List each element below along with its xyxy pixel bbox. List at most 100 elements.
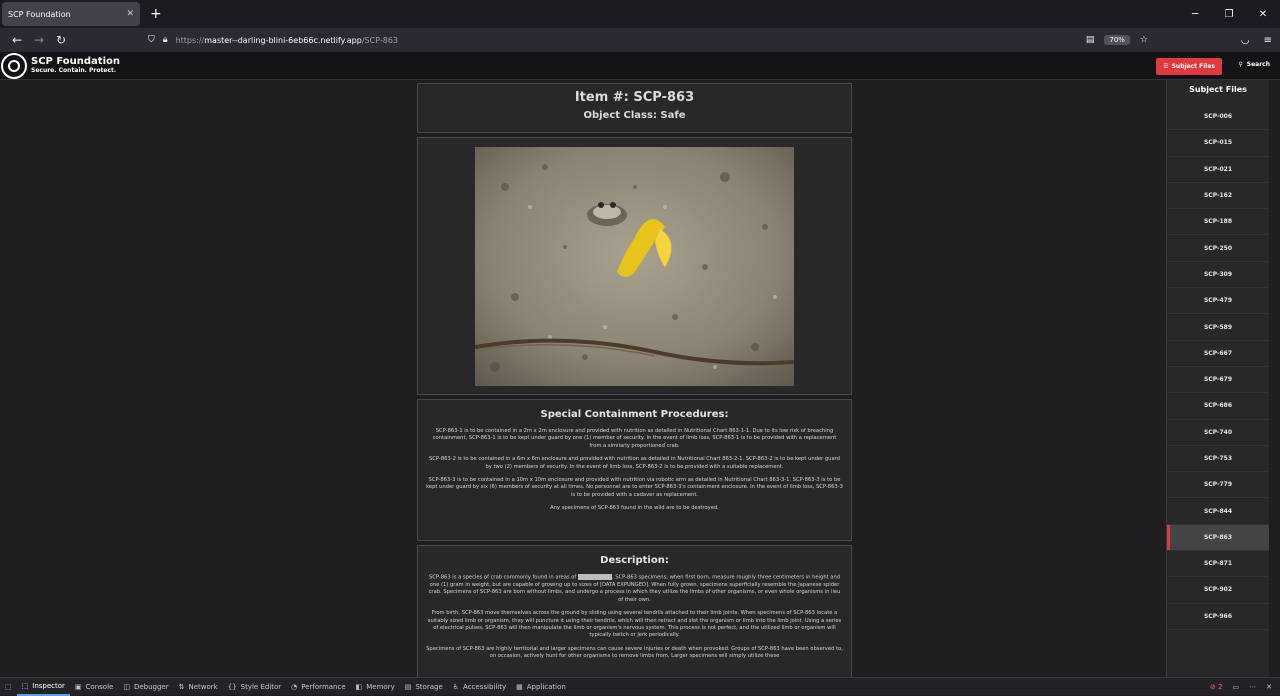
restore-icon[interactable]: ❐ [1212, 9, 1246, 20]
element-picker-icon[interactable]: ⬚ [0, 678, 17, 696]
devtools-tab-label: Application [526, 682, 566, 691]
url-path: /SCP-863 [361, 35, 399, 45]
description-paragraph: SCP-863 is a species of crab commonly fo… [426, 574, 843, 604]
error-count[interactable]: ⊘ 2 [1210, 683, 1223, 691]
menu-icon[interactable]: ≡ [1264, 35, 1272, 46]
title-card: Item #: SCP-863 Object Class: Safe [417, 83, 852, 133]
dock-icon[interactable]: ▭ [1233, 683, 1240, 691]
close-tab-icon[interactable]: ✕ [126, 9, 134, 19]
sidebar-item-scp-162[interactable]: SCP-162 [1167, 183, 1269, 210]
scp-logo-icon[interactable] [1, 52, 27, 79]
brand[interactable]: SCP Foundation Secure. Contain. Protect. [31, 57, 120, 74]
sidebar-item-scp-021[interactable]: SCP-021 [1167, 157, 1269, 183]
close-devtools-icon[interactable]: ✕ [1266, 683, 1272, 691]
sidebar-item-scp-844[interactable]: SCP-844 [1167, 498, 1269, 525]
procedures-paragraph: SCP-863-3 is to be contained in a 10m x … [426, 477, 843, 498]
devtools-tab-label: Style Editor [240, 682, 282, 691]
debugger-icon: ◫ [123, 682, 130, 691]
image-card [417, 137, 852, 395]
devtools-tab-accessibility[interactable]: ♿︎ Accessibility [448, 678, 511, 696]
sidebar-item-scp-966[interactable]: SCP-966 [1167, 604, 1269, 630]
more-options-icon[interactable]: ⋯ [1249, 683, 1256, 691]
subject-files-button[interactable]: ☰ Subject Files [1156, 58, 1222, 75]
sidebar-item-scp-779[interactable]: SCP-779 [1167, 472, 1269, 499]
back-icon[interactable]: ← [6, 33, 28, 47]
sidebar-item-scp-479[interactable]: SCP-479 [1167, 288, 1269, 315]
sidebar-item-scp-863[interactable]: SCP-863 [1167, 524, 1269, 552]
search-icon: ⚲ [1238, 61, 1243, 68]
sidebar-item-scp-679[interactable]: SCP-679 [1167, 367, 1269, 394]
new-tab-icon[interactable]: + [150, 6, 162, 22]
devtools-tab-performance[interactable]: ◔ Performance [286, 678, 350, 696]
devtools-tab-inspector[interactable]: ⬚ Inspector [16, 678, 70, 696]
description-paragraph: Specimens of SCP-863 are highly territor… [426, 645, 843, 660]
page-scrollbar[interactable] [1269, 80, 1280, 677]
url-bar[interactable]: ⛉ 🔒︎ https:// master--darling-blini-6eb6… [148, 30, 1158, 50]
zoom-level[interactable]: 70% [1104, 35, 1130, 45]
style-editor-icon: {} [227, 682, 237, 691]
reload-icon[interactable]: ↻ [50, 33, 72, 47]
containment-procedures-card: Special Containment Procedures: SCP-863-… [417, 399, 852, 541]
inspector-icon: ⬚ [21, 681, 29, 690]
article-content: Item #: SCP-863 Object Class: Safe Speci… [417, 83, 852, 689]
sidebar-item-scp-250[interactable]: SCP-250 [1167, 235, 1269, 262]
pocket-icon[interactable]: ◡ [1241, 35, 1250, 46]
sidebar-item-scp-686[interactable]: SCP-686 [1167, 393, 1269, 420]
procedures-paragraph: Any specimens of SCP-863 found in the wi… [550, 505, 719, 512]
sidebar-item-scp-667[interactable]: SCP-667 [1167, 341, 1269, 367]
sidebar-item-scp-902[interactable]: SCP-902 [1167, 577, 1269, 604]
sidebar-item-scp-740[interactable]: SCP-740 [1167, 420, 1269, 446]
item-title: Item #: SCP-863 [574, 90, 695, 105]
sidebar-item-scp-309[interactable]: SCP-309 [1167, 262, 1269, 289]
sidebar-item-scp-871[interactable]: SCP-871 [1167, 551, 1269, 578]
browser-tab[interactable]: SCP Foundation ✕ [2, 2, 140, 26]
sidebar-item-scp-015[interactable]: SCP-015 [1167, 130, 1269, 157]
search-button[interactable]: ⚲ Search [1238, 61, 1270, 68]
window-controls: ─ ❐ ✕ [1178, 0, 1280, 28]
console-icon: ▣ [74, 682, 82, 691]
description-card: Description: SCP-863 is a species of cra… [417, 545, 852, 685]
procedures-title: Special Containment Procedures: [540, 409, 729, 420]
navigation-bar: ← → ↻ ⛉ 🔒︎ https:// master--darling-blin… [0, 28, 1280, 52]
devtools-toolbar: ⬚ ⬚ Inspector ▣ Console ◫ Debugger ⇅ Network{} S… [0, 677, 1280, 696]
bookmark-star-icon[interactable]: ☆ [1140, 35, 1148, 45]
devtools-tab-style-editor[interactable]: {} Style Editor [223, 678, 286, 696]
close-window-icon[interactable]: ✕ [1246, 9, 1280, 20]
minimize-icon[interactable]: ─ [1178, 9, 1212, 20]
description-text: SCP-863 is a species of crab commonly fo… [428, 574, 578, 581]
reader-view-icon[interactable]: ▤ [1086, 35, 1095, 45]
sidebar-item-scp-753[interactable]: SCP-753 [1167, 446, 1269, 473]
accessibility-icon: ♿︎ [452, 682, 460, 691]
url-host: master--darling-blini-6eb66c.netlify.app [204, 35, 362, 45]
procedures-paragraph: SCP-863-1 is to be contained in a 2m x 2… [432, 428, 837, 449]
sidebar-title: Subject Files [1189, 85, 1247, 94]
hamburger-icon: ☰ [1163, 63, 1169, 70]
main-area: Item #: SCP-863 Object Class: Safe Speci… [0, 80, 1280, 685]
devtools-tabs: ⬚ Inspector ▣ Console ◫ Debugger ⇅ Network{} Sty… [16, 678, 571, 696]
devtools-right: ⊘ 2 ▭ ⋯ ✕ [1210, 683, 1272, 691]
toolbar-right: ◡ ≡ [1241, 35, 1272, 46]
forward-icon[interactable]: → [28, 33, 50, 47]
devtools-tab-storage[interactable]: ▤ Storage [400, 678, 448, 696]
sidebar-item-scp-006[interactable]: SCP-006 [1167, 104, 1269, 131]
devtools-tab-label: Storage [415, 682, 443, 691]
crab-photo [475, 146, 794, 386]
devtools-tab-network[interactable]: ⇅ Network [174, 678, 223, 696]
application-icon: ▦ [516, 682, 523, 691]
tab-title: SCP Foundation [8, 9, 71, 19]
shield-icon[interactable]: ⛉ [148, 35, 155, 45]
devtools-tab-debugger[interactable]: ◫ Debugger [118, 678, 173, 696]
url-bar-actions: ▤ 70% ☆ [1086, 35, 1148, 45]
lock-icon[interactable]: 🔒︎ [163, 35, 168, 45]
devtools-tab-label: Memory [366, 682, 395, 691]
devtools-tab-memory[interactable]: ◧ Memory [351, 678, 400, 696]
devtools-tab-application[interactable]: ▦ Application [511, 678, 571, 696]
sidebar-item-scp-188[interactable]: SCP-188 [1167, 209, 1269, 236]
browser-tab-bar: SCP Foundation ✕ + ─ ❐ ✕ [0, 0, 1280, 28]
network-icon: ⇅ [178, 682, 185, 691]
memory-icon: ◧ [355, 682, 363, 691]
search-label: Search [1246, 61, 1270, 68]
devtools-tab-console[interactable]: ▣ Console [70, 678, 118, 696]
brand-title: SCP Foundation [31, 56, 120, 67]
sidebar-item-scp-589[interactable]: SCP-589 [1167, 314, 1269, 341]
